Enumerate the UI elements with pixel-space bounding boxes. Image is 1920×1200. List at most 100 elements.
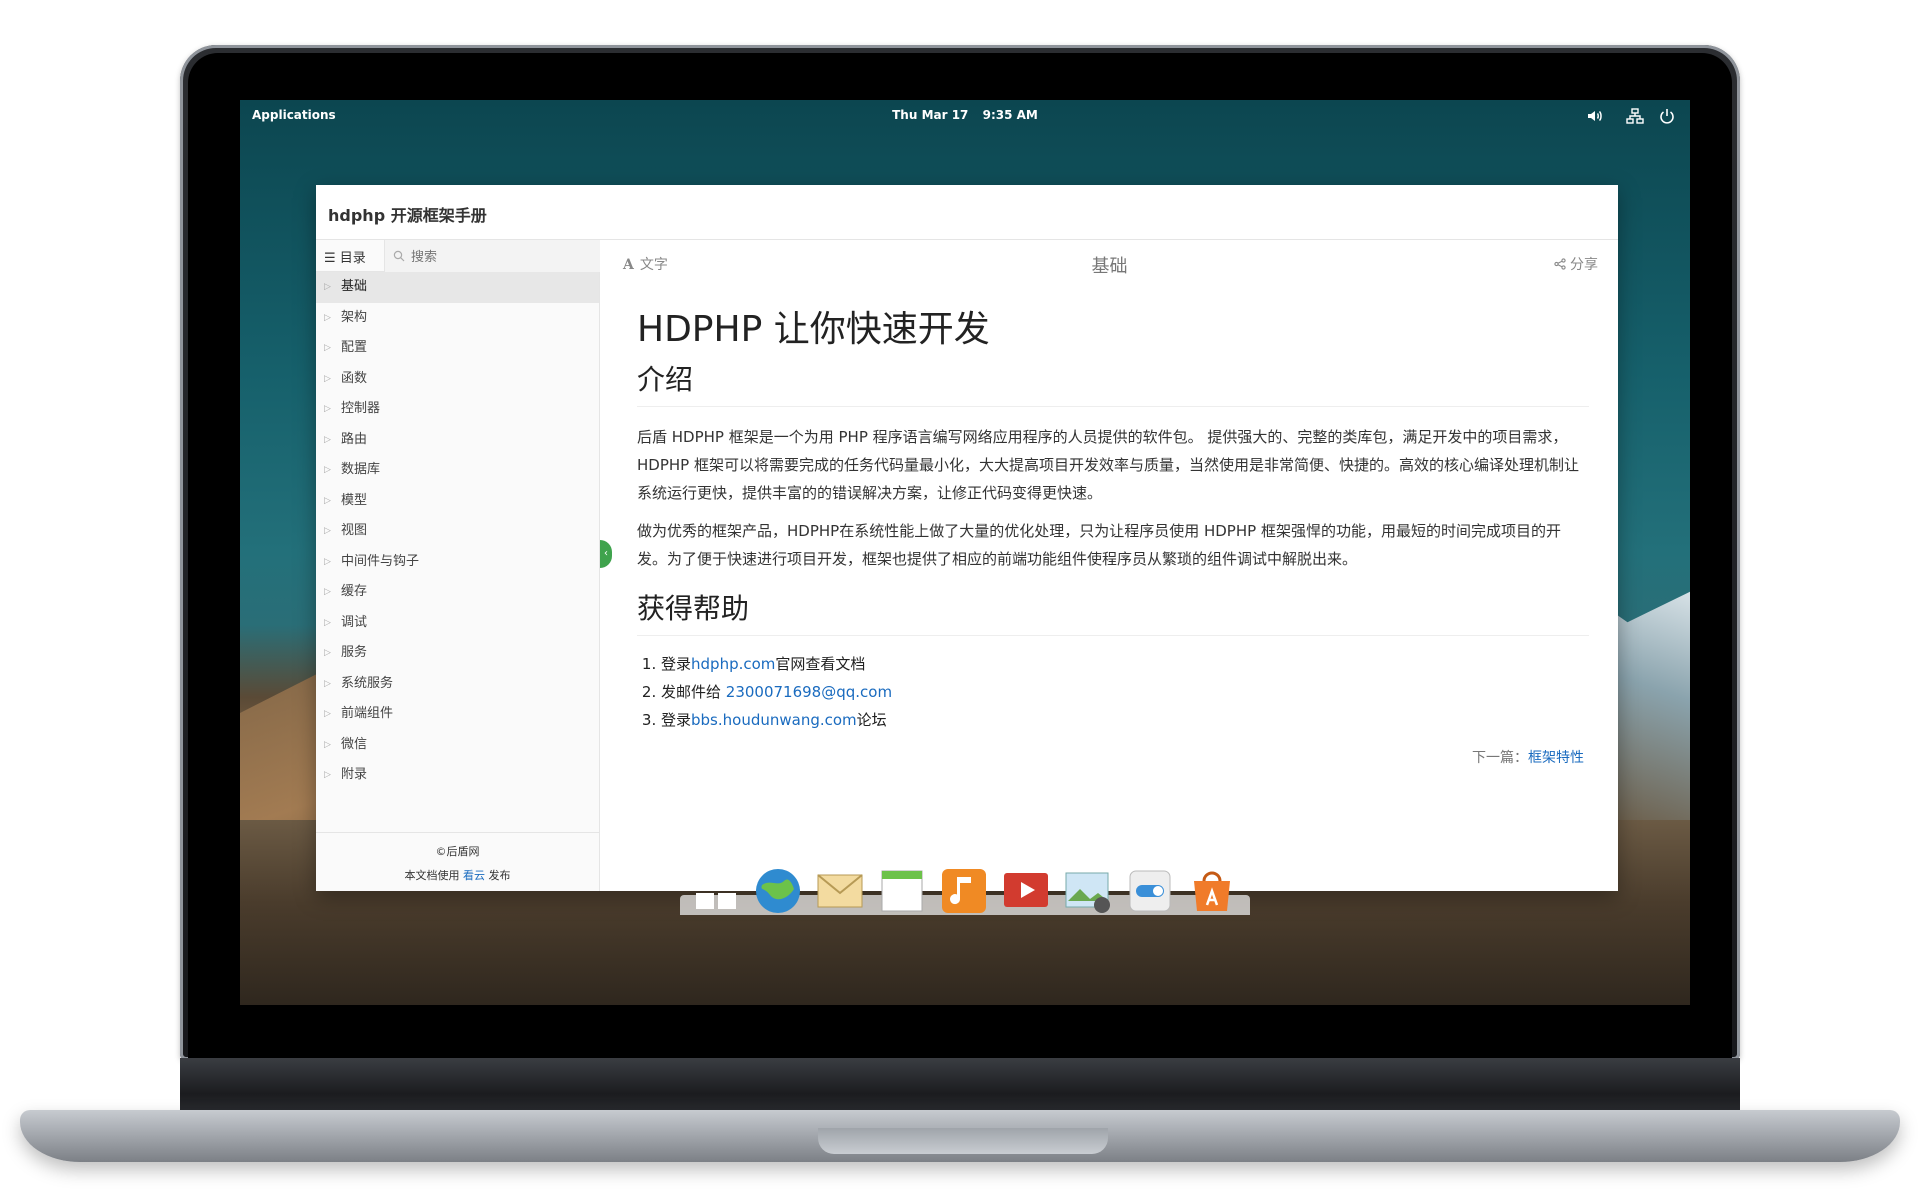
sidebar-item[interactable]: ▷ 系统服务 <box>316 669 599 700</box>
toc-list: ▷ 基础 ▷ 架构 ▷ 配置 ▷ 函数 ▷ 控制器 ▷ 路由 ▷ 数据库 ▷ 模型 ▷ 视图 ▷ 中间件与钩子 ▷ 缓存 ▷… <box>316 272 599 791</box>
published-suffix: 发布 <box>488 869 511 882</box>
expand-triangle-icon[interactable]: ▷ <box>324 455 331 485</box>
next-page-nav: 下一篇：框架特性 <box>1472 747 1584 767</box>
sidebar-item[interactable]: ▷ 基础 <box>316 272 599 303</box>
intro-paragraph-2: 做为优秀的框架产品，HDPHP在系统性能上做了大量的优化处理，只为让程序员使用 … <box>637 522 1561 568</box>
music-icon[interactable] <box>938 865 990 917</box>
expand-triangle-icon[interactable]: ▷ <box>324 486 331 516</box>
sidebar-item-label: 中间件与钩子 <box>341 553 420 569</box>
window-title: hdphp 开源框架手册 <box>328 206 487 225</box>
multitasking-view-icon[interactable] <box>690 865 742 917</box>
window-titlebar[interactable]: hdphp 开源框架手册 <box>316 185 1618 240</box>
help-item-prefix: 发邮件给 <box>661 683 726 701</box>
forum-link[interactable]: bbs.houdunwang.com <box>691 711 857 729</box>
help-item: 登录bbs.houdunwang.com论坛 <box>661 706 1589 734</box>
help-item-suffix: 论坛 <box>856 711 887 729</box>
sidebar-item-label: 函数 <box>341 370 368 386</box>
help-list: 登录 hdphp.com官网查看文档 发邮件给 2300071698@qq.com… <box>637 650 1589 734</box>
network-icon[interactable] <box>1625 106 1645 126</box>
hdphp-link[interactable]: hdphp.com <box>691 655 775 673</box>
expand-triangle-icon[interactable]: ▷ <box>324 394 331 424</box>
search-icon <box>393 250 405 262</box>
videos-icon[interactable] <box>1000 865 1052 917</box>
help-item-prefix: 登录 <box>661 711 692 729</box>
intro-heading: 介绍 <box>637 358 1589 407</box>
sidebar-item[interactable]: ▷ 附录 <box>316 760 599 791</box>
time-label: 9:35 AM <box>982 108 1038 122</box>
help-item-suffix: 官网查看文档 <box>775 655 866 673</box>
expand-triangle-icon[interactable]: ▷ <box>324 364 331 394</box>
appcenter-icon[interactable] <box>1186 865 1238 917</box>
expand-triangle-icon[interactable]: ▷ <box>324 638 331 668</box>
share-label: 分享 <box>1570 257 1598 273</box>
expand-triangle-icon[interactable]: ▷ <box>324 760 331 790</box>
intro-paragraph-1: 后盾 HDPHP 框架是一个为用 PHP 程序语言编写网络应用程序的人员提供的软… <box>637 428 1579 502</box>
sidebar-item-label: 基础 <box>341 279 368 294</box>
sidebar-item[interactable]: ▷ 模型 <box>316 486 599 517</box>
sidebar-item-label: 缓存 <box>341 584 368 599</box>
sidebar-item[interactable]: ▷ 前端组件 <box>316 699 599 730</box>
article-title: HDPHP 让你快速开发 <box>637 309 990 350</box>
next-page-link[interactable]: 框架特性 <box>1528 750 1584 766</box>
sidebar-item-label: 架构 <box>341 309 368 325</box>
sidebar-item[interactable]: ▷ 路由 <box>316 425 599 456</box>
calendar-icon[interactable] <box>876 865 928 917</box>
expand-triangle-icon[interactable]: ▷ <box>324 730 331 760</box>
sidebar-item[interactable]: ▷ 架构 <box>316 303 599 334</box>
help-item: 发邮件给 2300071698@qq.com <box>661 678 1589 706</box>
volume-icon[interactable] <box>1585 106 1605 126</box>
published-with: 本文档使用 看云 发布 <box>316 867 599 883</box>
share-icon <box>1554 258 1566 270</box>
expand-triangle-icon[interactable]: ▷ <box>324 577 331 607</box>
photos-icon[interactable] <box>1062 865 1114 917</box>
web-browser-icon[interactable] <box>752 865 804 917</box>
expand-triangle-icon[interactable]: ▷ <box>324 303 331 333</box>
sidebar-item[interactable]: ▷ 配置 <box>316 333 599 364</box>
sidebar-item[interactable]: ▷ 数据库 <box>316 455 599 486</box>
mail-icon[interactable] <box>814 865 866 917</box>
system-settings-icon[interactable] <box>1124 865 1176 917</box>
sidebar-item[interactable]: ▷ 缓存 <box>316 577 599 608</box>
expand-triangle-icon[interactable]: ▷ <box>324 516 331 546</box>
expand-triangle-icon[interactable]: ▷ <box>324 547 331 577</box>
sidebar-item[interactable]: ▷ 控制器 <box>316 394 599 425</box>
content-toolbar: A 文字 基础 分享 <box>601 240 1618 286</box>
expand-triangle-icon[interactable]: ▷ <box>324 272 331 302</box>
expand-triangle-icon[interactable]: ▷ <box>324 333 331 363</box>
sidebar-tabs: ☰ 目录 <box>316 240 600 272</box>
sidebar-item-label: 调试 <box>341 614 368 630</box>
search-input[interactable] <box>409 246 593 268</box>
main-content: A 文字 基础 分享 HDPHP 让你快速开发 介绍 后盾 HDPHP 框架是一个… <box>601 240 1618 891</box>
next-prefix: 下一篇： <box>1472 750 1528 766</box>
power-icon[interactable] <box>1657 106 1677 126</box>
sidebar-item[interactable]: ▷ 服务 <box>316 638 599 669</box>
dock <box>680 855 1250 1005</box>
tab-toc[interactable]: ☰ 目录 <box>324 247 366 266</box>
copyright-text: ©后盾网 <box>435 845 480 858</box>
help-heading: 获得帮助 <box>637 587 1589 636</box>
sidebar-item[interactable]: ▷ 函数 <box>316 364 599 395</box>
expand-triangle-icon[interactable]: ▷ <box>324 699 331 729</box>
sidebar-item-label: 模型 <box>341 492 368 508</box>
tab-search[interactable] <box>384 240 600 272</box>
sidebar-item[interactable]: ▷ 微信 <box>316 730 599 761</box>
sidebar-item-label: 路由 <box>341 431 368 447</box>
date-time-indicator[interactable]: Thu Mar 17 9:35 AM <box>240 108 1690 122</box>
article: HDPHP 让你快速开发 介绍 后盾 HDPHP 框架是一个为用 PHP 程序语… <box>637 286 1589 734</box>
sidebar-footer: ©后盾网 本文档使用 看云 发布 <box>316 832 599 891</box>
sidebar-item[interactable]: ▷ 视图 <box>316 516 599 547</box>
expand-triangle-icon[interactable]: ▷ <box>324 425 331 455</box>
expand-triangle-icon[interactable]: ▷ <box>324 669 331 699</box>
email-link[interactable]: 2300071698@qq.com <box>726 683 892 701</box>
sidebar-item-label: 服务 <box>341 645 368 660</box>
date-label: Thu Mar 17 <box>892 108 969 122</box>
sidebar-item[interactable]: ▷ 调试 <box>316 608 599 639</box>
sidebar-item[interactable]: ▷ 中间件与钩子 <box>316 547 599 578</box>
menu-lines-icon: ☰ <box>324 251 336 266</box>
tab-toc-label: 目录 <box>339 251 366 266</box>
share-button[interactable]: 分享 <box>1554 254 1598 274</box>
laptop-hinge <box>180 1058 1740 1118</box>
kancloud-link[interactable]: 看云 <box>463 869 485 882</box>
sidebar-item-label: 控制器 <box>341 401 381 416</box>
expand-triangle-icon[interactable]: ▷ <box>324 608 331 638</box>
